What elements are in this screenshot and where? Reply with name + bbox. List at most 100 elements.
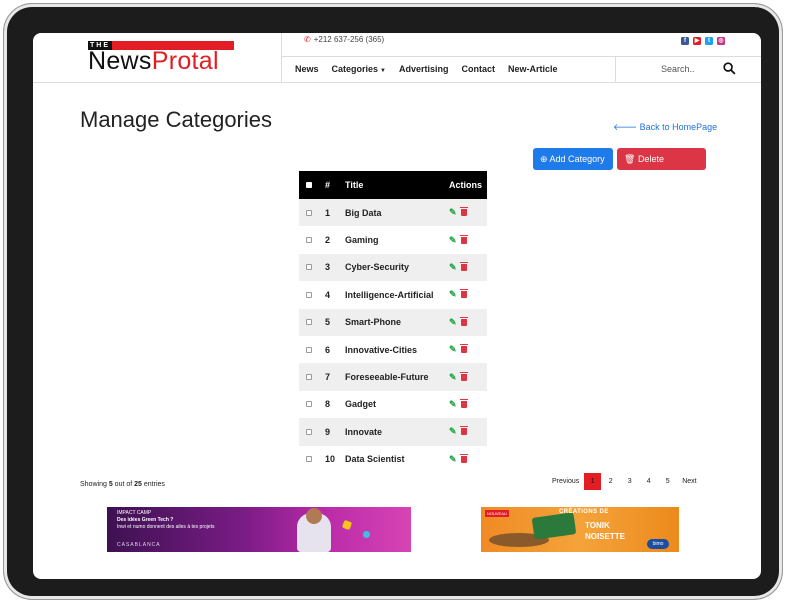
row-checkbox[interactable] bbox=[306, 264, 312, 271]
delete-icon[interactable] bbox=[459, 344, 468, 354]
edit-icon[interactable]: ✎ bbox=[449, 207, 457, 217]
row-checkbox[interactable] bbox=[306, 428, 312, 435]
edit-icon[interactable]: ✎ bbox=[449, 235, 457, 245]
row-select-cell bbox=[299, 336, 321, 363]
tablet-frame: THE NewsProtal ✆ +212 637-256 (365) f ▶ … bbox=[4, 4, 782, 599]
edit-icon[interactable]: ✎ bbox=[449, 454, 457, 464]
ad-right-product: TONIK bbox=[585, 521, 610, 530]
delete-icon[interactable] bbox=[459, 371, 468, 381]
row-actions: ✎ bbox=[447, 199, 487, 227]
row-actions: ✎ bbox=[447, 336, 487, 363]
nav-item-advertising[interactable]: Advertising bbox=[399, 64, 449, 74]
edit-icon[interactable]: ✎ bbox=[449, 372, 457, 382]
search-icon[interactable] bbox=[723, 62, 736, 75]
row-actions: ✎ bbox=[447, 446, 487, 473]
pagination-next[interactable]: Next bbox=[677, 473, 701, 490]
row-checkbox[interactable] bbox=[306, 346, 312, 353]
ad-decoration-dot bbox=[363, 531, 370, 538]
trash-icon: 🗑 bbox=[624, 154, 638, 164]
row-number: 10 bbox=[325, 454, 336, 465]
plus-circle-icon: ⊕ bbox=[540, 154, 550, 164]
showing-total: 25 bbox=[134, 481, 142, 488]
add-category-label: Add Category bbox=[549, 154, 605, 164]
header-vertical-divider bbox=[281, 33, 282, 83]
facebook-icon[interactable]: f bbox=[681, 37, 689, 45]
table-row: 10 Data Scientist ✎ bbox=[299, 446, 487, 473]
nav-item-news[interactable]: News bbox=[295, 64, 319, 74]
search-divider bbox=[615, 56, 616, 83]
row-checkbox[interactable] bbox=[306, 291, 312, 298]
youtube-icon[interactable]: ▶ bbox=[693, 37, 701, 45]
nav-item-contact[interactable]: Contact bbox=[462, 64, 496, 74]
logo-name-b: Protal bbox=[151, 47, 219, 75]
showing-suffix: entries bbox=[143, 481, 165, 488]
ad-right-tag: NOUVEAU bbox=[485, 510, 509, 517]
delete-category-button[interactable]: 🗑 Delete Category bbox=[617, 148, 706, 186]
pagination-page-3[interactable]: 3 bbox=[620, 473, 639, 490]
delete-icon[interactable] bbox=[459, 316, 468, 326]
pagination-page-1[interactable]: 1 bbox=[584, 473, 602, 490]
row-number: 2 bbox=[325, 235, 331, 246]
row-checkbox[interactable] bbox=[306, 456, 312, 463]
search-input[interactable]: Search.. bbox=[661, 64, 695, 74]
pagination-previous[interactable]: Previous bbox=[547, 473, 584, 490]
row-select-cell bbox=[299, 446, 321, 473]
delete-icon[interactable] bbox=[459, 426, 468, 436]
delete-icon[interactable] bbox=[459, 398, 468, 408]
row-actions: ✎ bbox=[447, 226, 487, 253]
row-title: Data Scientist bbox=[345, 454, 405, 465]
row-title: Foreseeable-Future bbox=[343, 363, 447, 391]
row-checkbox[interactable] bbox=[306, 401, 312, 408]
delete-icon[interactable] bbox=[459, 453, 468, 463]
edit-icon[interactable]: ✎ bbox=[449, 344, 457, 354]
row-title: Cyber-Security bbox=[343, 253, 447, 282]
row-number: 9 bbox=[321, 418, 343, 446]
delete-icon[interactable] bbox=[459, 207, 468, 217]
ad-banner-impact-camp[interactable]: IMPACT CAMP Des idées Green Tech ? Inwi … bbox=[107, 507, 411, 552]
edit-icon[interactable]: ✎ bbox=[449, 317, 457, 327]
ad-banner-bimo[interactable]: NOUVEAU CRÉATIONS DE TONIK NOISETTE bimo bbox=[481, 507, 679, 552]
edit-icon[interactable]: ✎ bbox=[449, 426, 457, 436]
edit-icon[interactable]: ✎ bbox=[449, 289, 457, 299]
header-title: Title bbox=[343, 171, 447, 199]
pagination-page-2[interactable]: 2 bbox=[601, 473, 620, 490]
delete-icon[interactable] bbox=[459, 234, 468, 244]
delete-icon[interactable] bbox=[459, 289, 468, 299]
edit-icon[interactable]: ✎ bbox=[449, 262, 457, 272]
back-to-homepage-link[interactable]: 🡐 Back to HomePage bbox=[613, 122, 717, 133]
row-actions: ✎ bbox=[447, 281, 487, 308]
edit-icon[interactable]: ✎ bbox=[449, 399, 457, 409]
row-title: Smart-Phone bbox=[343, 308, 447, 336]
row-select-cell bbox=[299, 418, 321, 446]
instagram-icon[interactable]: ◎ bbox=[717, 37, 725, 45]
pagination-page-5[interactable]: 5 bbox=[658, 473, 677, 490]
header-actions: Actions bbox=[447, 171, 487, 199]
row-select-cell bbox=[299, 281, 321, 308]
row-select-cell bbox=[299, 308, 321, 336]
nav-item-new-article[interactable]: New-Article bbox=[508, 64, 558, 74]
ad-person-head bbox=[306, 508, 322, 524]
add-category-button[interactable]: ⊕ Add Category bbox=[533, 148, 613, 170]
table-row: 1 Big Data ✎ bbox=[299, 199, 487, 227]
row-checkbox[interactable] bbox=[306, 319, 312, 326]
site-logo[interactable]: THE NewsProtal bbox=[88, 41, 234, 75]
delete-icon[interactable] bbox=[459, 261, 468, 271]
row-checkbox[interactable] bbox=[306, 209, 312, 216]
pagination-page-4[interactable]: 4 bbox=[639, 473, 658, 490]
row-title: Intelligence-Artificial bbox=[345, 289, 434, 300]
phone-number: +212 637-256 (365) bbox=[313, 35, 385, 44]
row-checkbox[interactable] bbox=[306, 374, 312, 381]
row-title: Gaming bbox=[345, 235, 379, 246]
select-all-checkbox[interactable] bbox=[306, 182, 312, 188]
table-row: 7 Foreseeable-Future ✎ bbox=[299, 363, 487, 391]
screen: THE NewsProtal ✆ +212 637-256 (365) f ▶ … bbox=[33, 33, 761, 579]
nav-item-categories-label: Categories bbox=[331, 64, 379, 74]
entries-info: Showing 5 out of 25 entries bbox=[80, 481, 165, 488]
row-select-cell bbox=[299, 363, 321, 391]
page-title: Manage Categories bbox=[80, 107, 273, 132]
row-checkbox[interactable] bbox=[306, 237, 312, 244]
showing-mid: out of bbox=[114, 481, 133, 488]
twitter-icon[interactable]: t bbox=[705, 37, 713, 45]
nav-item-categories[interactable]: Categories ▼ bbox=[332, 64, 386, 74]
row-number: 8 bbox=[325, 399, 331, 410]
